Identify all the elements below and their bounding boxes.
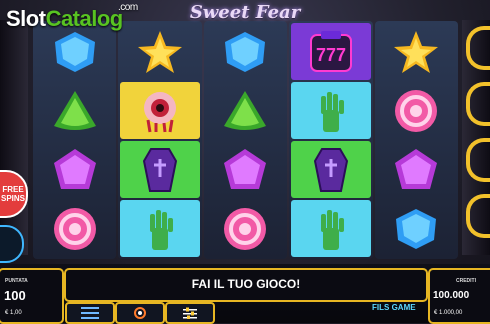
reel-symbol-zombie-hand (291, 82, 371, 139)
reel-symbol-777-bag: 777 (291, 23, 371, 80)
right-arc-icon (466, 82, 490, 126)
reel-symbol-eyeball (120, 82, 200, 139)
candy-yellow-star-icon (138, 30, 183, 73)
candy-purple-icon (395, 148, 438, 189)
reel-symbol-candy-pink (35, 200, 114, 257)
right-side-decoration (462, 20, 490, 255)
slotcatalog-watermark: SlotCatalog .com (6, 2, 138, 32)
candy-blue-icon (225, 31, 266, 72)
reel-symbol-coffin (291, 141, 371, 198)
reel-symbol-candy-green (206, 82, 285, 139)
reel-1 (33, 21, 117, 259)
sliders-icon (183, 307, 197, 319)
left-side-decoration: FREE SPINS (0, 20, 28, 263)
reel-symbol-candy-blue (377, 200, 456, 257)
reel-grid: 777 (33, 21, 458, 259)
reel-symbol-candy-pink (377, 82, 456, 139)
777-bag-icon: 777 (309, 30, 352, 72)
candy-pink-icon (53, 207, 96, 250)
reel-symbol-candy-yellow-star (377, 23, 456, 80)
zombie-hand-icon (320, 209, 344, 250)
bet-value: 100 (4, 288, 26, 303)
reel-2 (118, 21, 202, 259)
candy-pink-icon (224, 207, 267, 250)
reel-symbol-zombie-hand (291, 200, 371, 257)
right-arc-icon (466, 26, 490, 70)
candy-blue-icon (396, 208, 437, 249)
right-arc-icon (466, 138, 490, 182)
candy-pink-icon (395, 89, 438, 132)
right-arc-icon (466, 194, 490, 238)
candy-yellow-star-icon (394, 30, 439, 73)
hamburger-menu-icon (81, 307, 99, 319)
zombie-hand-icon (320, 91, 344, 132)
credit-panel: CREDITI 100.000 € 1.000,00 (428, 268, 490, 324)
reel-symbol-candy-purple (377, 141, 456, 198)
reel-4: 777 (289, 21, 373, 259)
free-spins-badge: FREE SPINS (0, 170, 28, 218)
bet-sub: € 1,00 (5, 310, 22, 316)
bet-label: PUNTATA (5, 278, 28, 284)
settings-button[interactable] (165, 302, 215, 324)
reel-symbol-candy-purple (35, 141, 114, 198)
candy-purple-icon (224, 148, 267, 189)
eyeball-icon (144, 91, 177, 132)
reel-symbol-candy-blue (206, 23, 285, 80)
watermark-part-a: Slot (6, 6, 46, 31)
reel-3 (203, 21, 288, 259)
bet-panel[interactable]: PUNTATA 100 € 1,00 (0, 268, 64, 324)
reel-symbol-candy-yellow-star (120, 23, 199, 80)
reel-symbol-zombie-hand (120, 200, 200, 257)
reel-symbol-coffin (120, 141, 200, 198)
candy-green-icon (53, 90, 96, 130)
candy-purple-icon (53, 148, 96, 189)
coffin-icon (143, 147, 178, 192)
zombie-hand-icon (150, 209, 174, 250)
autoplay-button[interactable] (115, 302, 165, 324)
menu-button[interactable] (65, 302, 115, 324)
message-text: FAI IL TUO GIOCO! (191, 277, 301, 291)
reel-symbol-candy-purple (206, 141, 285, 198)
reel-symbol-candy-green (35, 82, 114, 139)
logo-line1: FILS (372, 303, 390, 312)
reel-symbol-candy-pink (206, 200, 285, 257)
candy-green-icon (224, 90, 267, 130)
candy-blue-icon (54, 31, 95, 72)
coffin-icon (313, 147, 348, 192)
credit-label: CREDITI (456, 278, 476, 284)
credit-value: 100.000 (433, 290, 470, 301)
symbol-777-text: 777 (316, 45, 346, 65)
watermark-com: .com (118, 2, 138, 13)
watermark-part-b: Catalog (45, 6, 124, 31)
credit-sub: € 1.000,00 (434, 310, 463, 316)
autoplay-icon (134, 307, 146, 319)
message-panel: FAI IL TUO GIOCO! (64, 268, 428, 302)
reel-5 (374, 21, 458, 259)
provider-logo: FILS GAME (372, 304, 426, 320)
logo-line2: GAME (391, 303, 416, 312)
control-bar: PUNTATA 100 € 1,00 FAI IL TUO GIOCO! FIL… (0, 264, 490, 324)
